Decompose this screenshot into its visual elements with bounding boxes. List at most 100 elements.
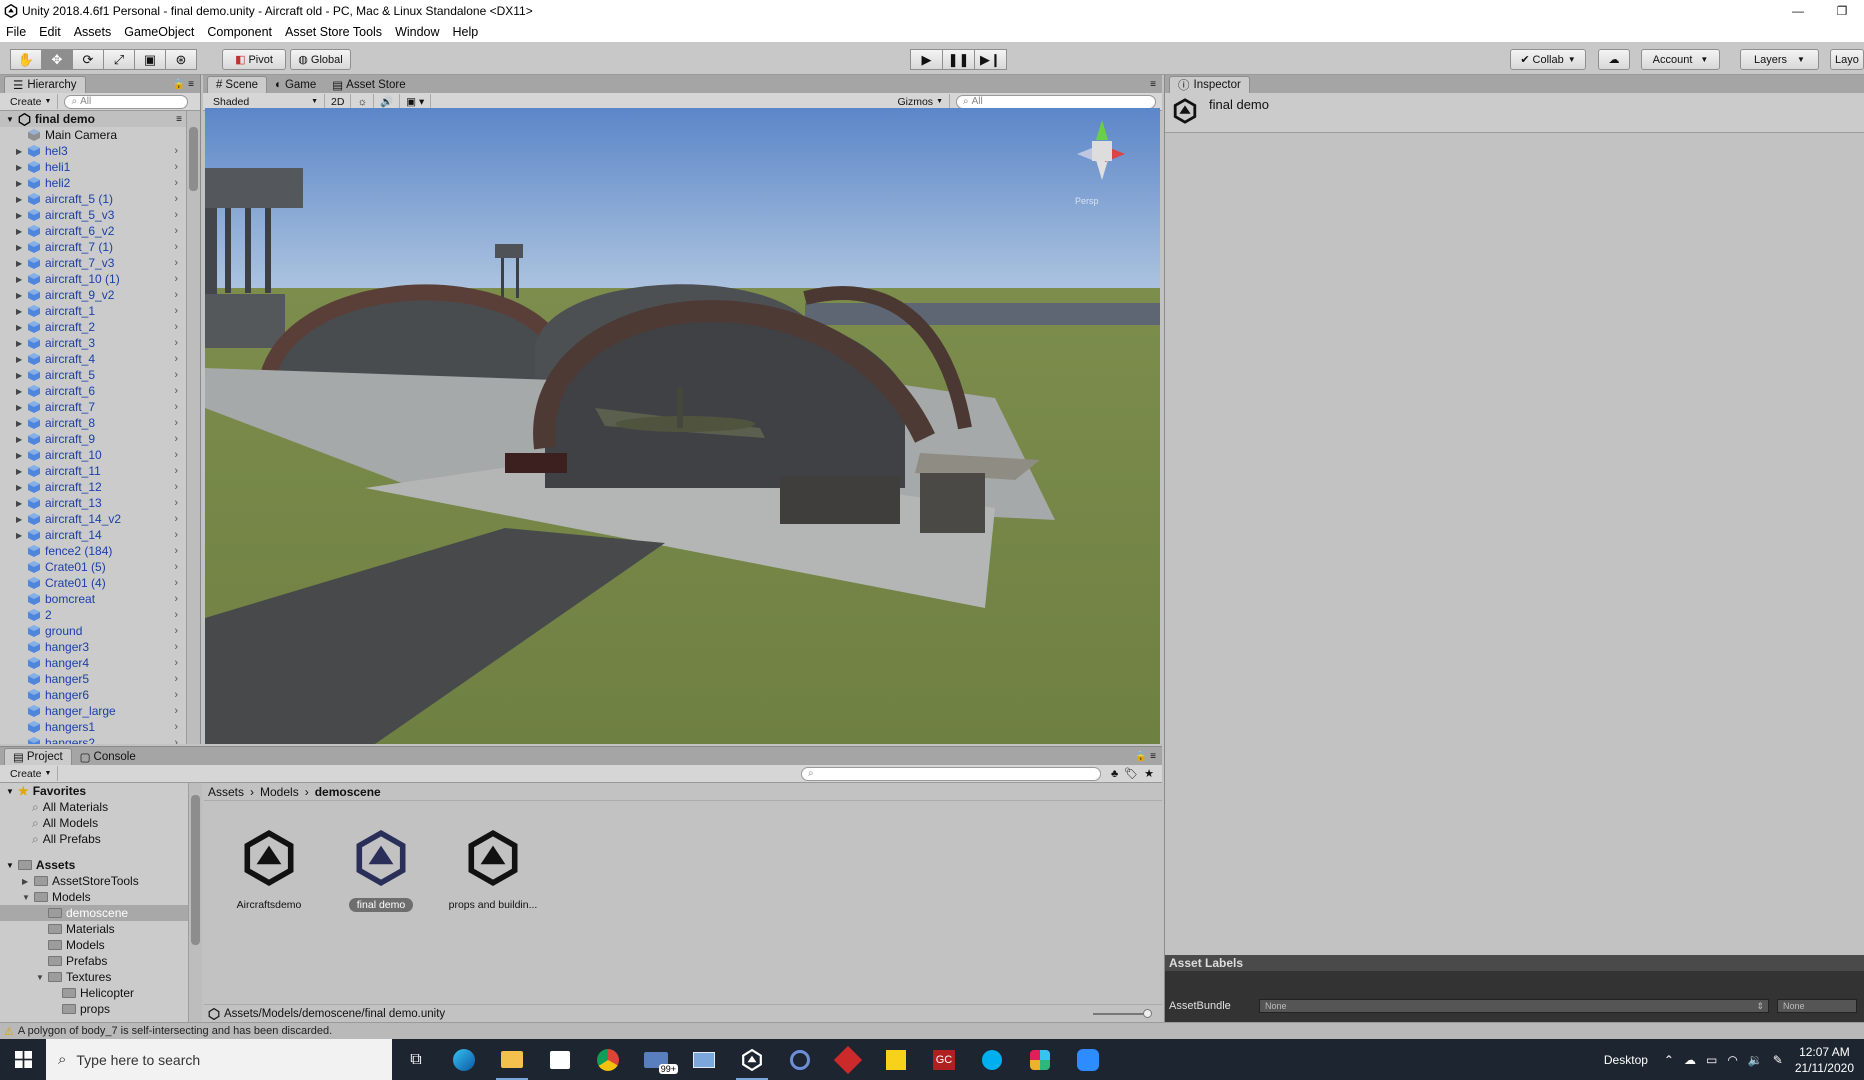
hierarchy-item[interactable]: ground › [0, 623, 186, 639]
expand-arrow-icon[interactable]: ▶ [16, 483, 28, 492]
tab-game[interactable]: ◐ Game [267, 76, 324, 93]
chevron-right-icon[interactable]: › [174, 417, 178, 429]
hierarchy-item[interactable]: ▶ aircraft_5_v3 › [0, 207, 186, 223]
chevron-right-icon[interactable]: › [174, 577, 178, 589]
hierarchy-item[interactable]: ▶ aircraft_9 › [0, 431, 186, 447]
hierarchy-item[interactable]: ▶ aircraft_4 › [0, 351, 186, 367]
hierarchy-item[interactable]: Crate01 (5) › [0, 559, 186, 575]
hierarchy-item[interactable]: ▶ aircraft_7 (1) › [0, 239, 186, 255]
breadcrumb-item[interactable]: Models [260, 785, 299, 799]
scene-search-input[interactable]: ⌕ All [956, 94, 1156, 109]
chevron-right-icon[interactable]: › [174, 161, 178, 173]
hierarchy-search-input[interactable]: ⌕ All [64, 94, 189, 109]
expand-arrow-icon[interactable]: ▼ [22, 893, 34, 902]
chevron-right-icon[interactable]: › [174, 641, 178, 653]
folder-tree-item[interactable]: Materials [0, 921, 188, 937]
tray-chevron-up-icon[interactable]: ⌃ [1664, 1053, 1674, 1067]
hierarchy-item[interactable]: ▶ aircraft_10 (1) › [0, 271, 186, 287]
task-view-icon[interactable]: ⧉ [392, 1039, 440, 1080]
chevron-right-icon[interactable]: › [174, 209, 178, 221]
scene-root[interactable]: ▼ final demo ≡ [0, 111, 186, 127]
status-message[interactable]: A polygon of body_7 is self-intersecting… [18, 1025, 332, 1037]
layout-dropdown[interactable]: Layo [1830, 49, 1864, 70]
collab-button[interactable]: ✔ Collab ▼ [1510, 49, 1586, 70]
menu-assets[interactable]: Assets [74, 25, 112, 39]
expand-arrow-icon[interactable]: ▶ [16, 403, 28, 412]
step-button[interactable]: ▶❙ [974, 49, 1007, 70]
play-button[interactable]: ▶ [910, 49, 943, 70]
scene-viewport[interactable]: Persp [205, 108, 1160, 744]
hierarchy-item[interactable]: hanger5 › [0, 671, 186, 687]
expand-arrow-icon[interactable]: ▶ [16, 339, 28, 348]
hierarchy-item[interactable]: Crate01 (4) › [0, 575, 186, 591]
expand-arrow-icon[interactable]: ▶ [16, 275, 28, 284]
chrome-icon[interactable] [584, 1039, 632, 1080]
shading-dropdown[interactable]: Shaded ▼ [207, 94, 325, 109]
hierarchy-item[interactable]: ▶ hel3 › [0, 143, 186, 159]
chevron-right-icon[interactable]: › [174, 721, 178, 733]
layers-dropdown[interactable]: Layers ▼ [1740, 49, 1819, 70]
chevron-right-icon[interactable]: › [174, 529, 178, 541]
chevron-right-icon[interactable]: › [174, 305, 178, 317]
chevron-right-icon[interactable]: › [174, 593, 178, 605]
global-button[interactable]: ◍ Global [290, 49, 351, 70]
chevron-right-icon[interactable]: › [174, 145, 178, 157]
hierarchy-item[interactable]: ▶ aircraft_9_v2 › [0, 287, 186, 303]
volume-icon[interactable]: 🔉 [1748, 1053, 1763, 1067]
mail-icon[interactable]: 99+ [632, 1039, 680, 1080]
tab-inspector[interactable]: ⓘ Inspector [1169, 76, 1250, 93]
chevron-right-icon[interactable]: › [174, 321, 178, 333]
hierarchy-item[interactable]: hanger6 › [0, 687, 186, 703]
hierarchy-scrollbar[interactable] [186, 111, 200, 744]
transform-tool-icon[interactable]: ⊛ [165, 49, 197, 70]
asset-item[interactable]: final demo [326, 827, 436, 912]
app-red-icon[interactable] [824, 1039, 872, 1080]
hierarchy-item[interactable]: 2 › [0, 607, 186, 623]
chevron-right-icon[interactable]: › [174, 193, 178, 205]
assets-header[interactable]: ▼ Assets [0, 857, 188, 873]
toggle-2d-button[interactable]: 2D [325, 94, 352, 109]
tab-hierarchy[interactable]: ☰ Hierarchy [4, 76, 86, 93]
chevron-right-icon[interactable]: › [174, 289, 178, 301]
filter-label-icon[interactable]: 🏷 [1124, 767, 1138, 780]
expand-arrow-icon[interactable]: ▶ [16, 259, 28, 268]
hierarchy-item[interactable]: ▶ aircraft_7_v3 › [0, 255, 186, 271]
zoom-icon[interactable] [1064, 1039, 1112, 1080]
expand-arrow-icon[interactable]: ▶ [16, 467, 28, 476]
expand-arrow-icon[interactable]: ▶ [16, 515, 28, 524]
hierarchy-item[interactable]: ▶ aircraft_3 › [0, 335, 186, 351]
expand-arrow-icon[interactable]: ▶ [16, 291, 28, 300]
chevron-right-icon[interactable]: › [174, 513, 178, 525]
panel-menu-icon[interactable]: 🔒 ≡ [1135, 751, 1156, 762]
hierarchy-item[interactable]: ▶ aircraft_10 › [0, 447, 186, 463]
chevron-right-icon[interactable]: › [174, 561, 178, 573]
chevron-right-icon[interactable]: › [174, 241, 178, 253]
cortana-icon[interactable] [776, 1039, 824, 1080]
chevron-right-icon[interactable]: › [174, 609, 178, 621]
asset-item[interactable]: props and buildin... [438, 827, 548, 912]
menu-gameobject[interactable]: GameObject [124, 25, 194, 39]
store-icon[interactable] [536, 1039, 584, 1080]
favorite-item[interactable]: ⌕ All Prefabs [0, 831, 188, 847]
pause-button[interactable]: ❚❚ [942, 49, 975, 70]
folder-tree-item[interactable]: Models [0, 937, 188, 953]
panel-menu-icon[interactable]: 🔒 ≡ [173, 79, 194, 90]
hierarchy-create-button[interactable]: Create ▼ [4, 94, 59, 109]
expand-arrow-icon[interactable]: ▶ [16, 499, 28, 508]
hierarchy-item[interactable]: ▶ aircraft_14 › [0, 527, 186, 543]
favorite-star-icon[interactable]: ★ [1144, 767, 1154, 780]
chevron-right-icon[interactable]: › [174, 465, 178, 477]
lighting-toggle-icon[interactable]: ☼ [351, 94, 375, 109]
expand-arrow-icon[interactable]: ▶ [22, 877, 34, 886]
onedrive-icon[interactable]: ☁ [1684, 1053, 1696, 1067]
favorite-item[interactable]: ⌕ All Models [0, 815, 188, 831]
chevron-right-icon[interactable]: › [174, 353, 178, 365]
expand-arrow-icon[interactable]: ▶ [16, 227, 28, 236]
chevron-right-icon[interactable]: › [174, 481, 178, 493]
expand-arrow-icon[interactable]: ▶ [16, 147, 28, 156]
folder-tree-item[interactable]: demoscene [0, 905, 188, 921]
hierarchy-scroll-thumb[interactable] [189, 127, 198, 191]
battery-icon[interactable]: ▭ [1706, 1053, 1717, 1067]
hierarchy-item[interactable]: fence2 (184) › [0, 543, 186, 559]
folder-tree-item[interactable]: props [0, 1001, 188, 1017]
